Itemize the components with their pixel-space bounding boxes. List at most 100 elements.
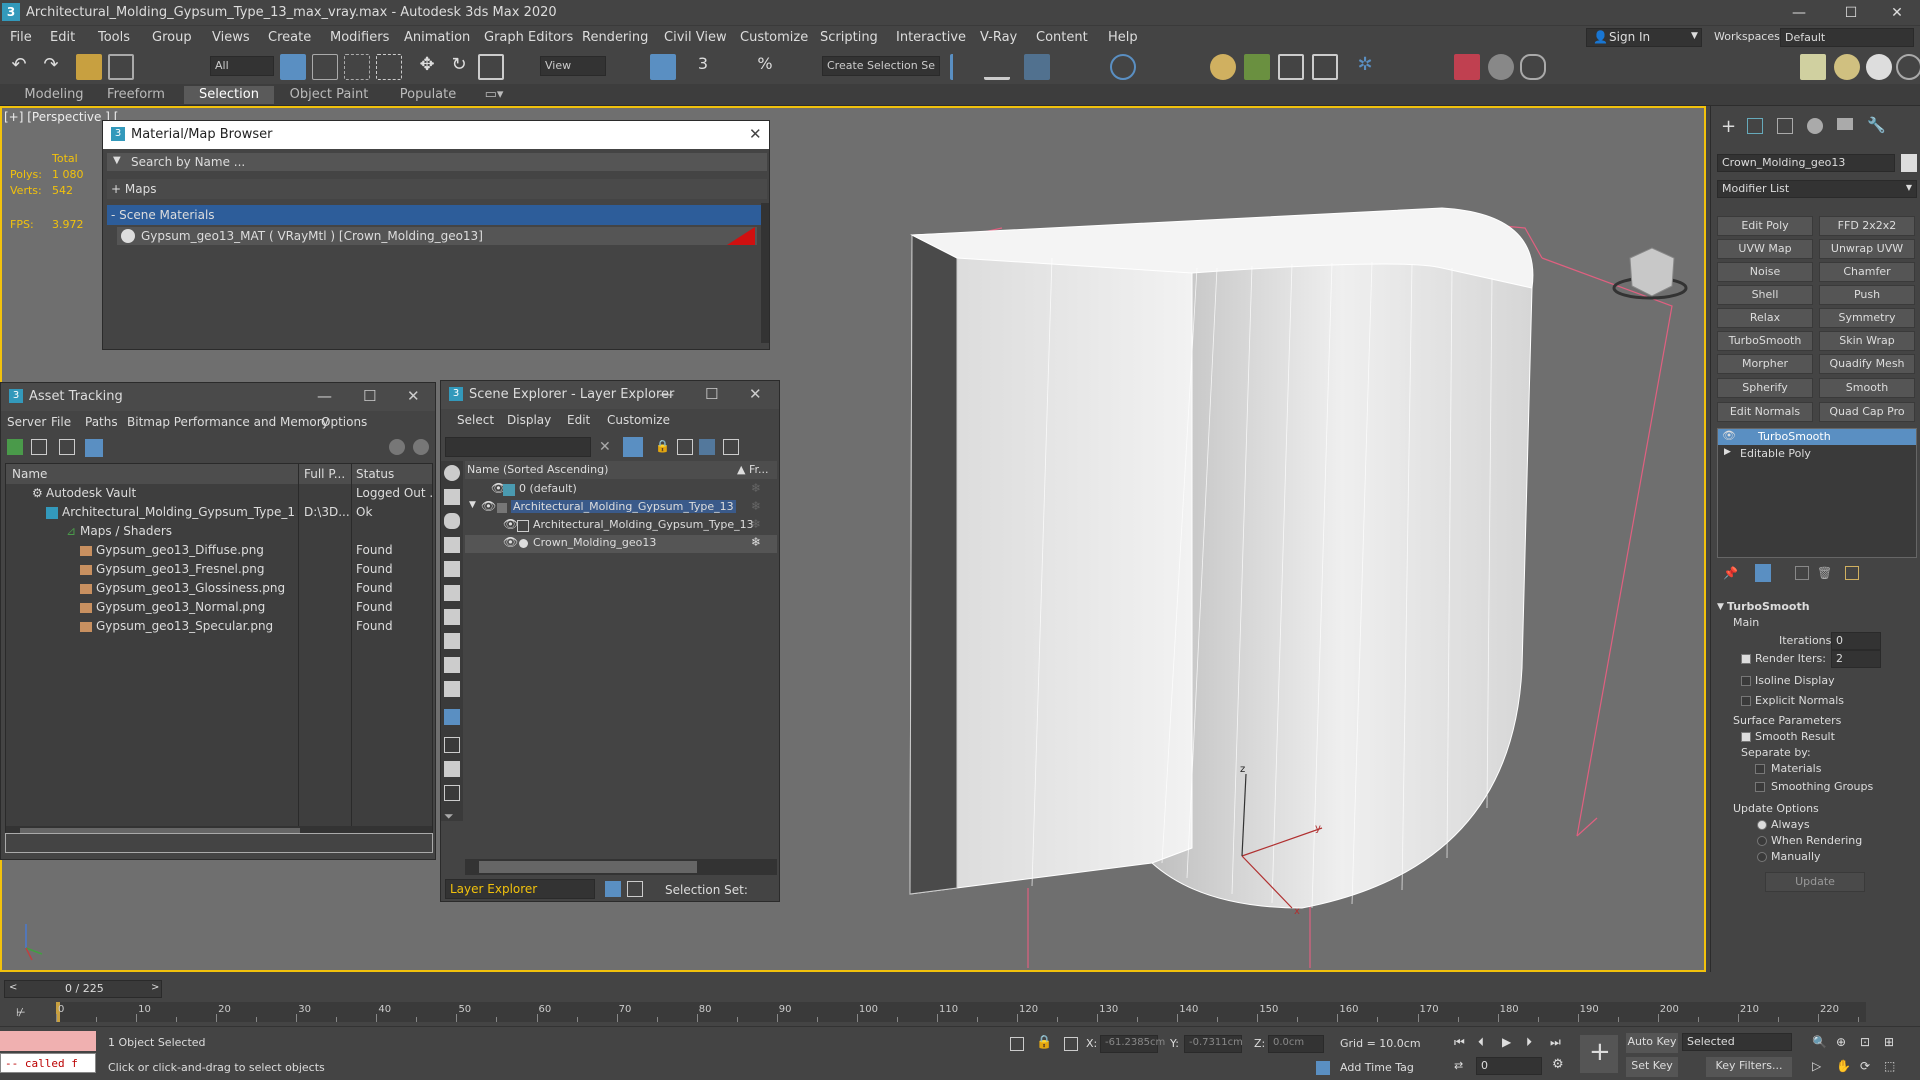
time-tag-icon[interactable] (1316, 1061, 1330, 1075)
material-browser-scrollbar[interactable] (761, 203, 769, 343)
timeline-track[interactable]: 0 10 20 30 40 50 60 70 80 90 100 110 120 130 140 150 160… (56, 1002, 1866, 1022)
freeze-icon[interactable]: ❄ (751, 535, 761, 549)
zoom-extents-all-icon[interactable]: ⊞ (1884, 1035, 1894, 1049)
previous-key-icon[interactable]: ⏴ (1478, 1035, 1484, 1050)
rollout-title[interactable]: TurboSmooth (1727, 600, 1810, 613)
explorer-mode-dropdown[interactable]: Layer Explorer (445, 879, 595, 899)
smooth-button[interactable]: Smooth (1819, 378, 1915, 398)
menu-bitmap-performance[interactable]: Bitmap Performance and Memory (127, 415, 329, 429)
zoom-all-icon[interactable]: ⊕ (1836, 1035, 1846, 1049)
selection-filter-dropdown[interactable]: All (210, 56, 274, 76)
field-of-view-icon[interactable]: ▷ (1812, 1059, 1821, 1073)
key-selection-dropdown[interactable]: Selected (1682, 1033, 1792, 1051)
display-bones-icon[interactable] (444, 681, 460, 697)
next-key-icon[interactable]: ⏵ (1526, 1035, 1532, 1050)
menu-file[interactable]: File (51, 415, 71, 429)
select-and-link-icon[interactable] (76, 54, 102, 80)
freeze-icon[interactable]: ❄ (751, 517, 761, 531)
expand-arrow-icon[interactable]: ▶ (1724, 447, 1731, 457)
explicit-normals-checkbox[interactable] (1741, 696, 1751, 706)
relax-button[interactable]: Relax (1717, 308, 1813, 328)
utilities-tab-icon[interactable]: 🔧 (1867, 116, 1886, 134)
menu-paths[interactable]: Paths (85, 415, 118, 429)
close-icon[interactable]: ✕ (407, 387, 420, 405)
percent-snap-icon[interactable]: % (752, 54, 778, 80)
layer-row-default[interactable]: 👁 0 (default) ❄ (465, 481, 777, 499)
list-view-icon[interactable] (31, 439, 47, 455)
material-item[interactable]: Gypsum_geo13_MAT ( VRayMtl ) [Crown_Mold… (117, 227, 757, 245)
layer-row-molding[interactable]: ▼ 👁 Architectural_Molding_Gypsum_Type_13… (465, 499, 777, 517)
tab-populate[interactable]: Populate (378, 86, 478, 104)
scene-materials-group[interactable]: - Scene Materials (107, 205, 767, 225)
visibility-eye-icon[interactable]: 👁 (503, 535, 518, 549)
show-end-result-icon[interactable] (1755, 564, 1771, 582)
auto-key-button[interactable]: Auto Key (1626, 1033, 1678, 1053)
select-by-name-icon[interactable] (312, 54, 338, 80)
menu-options[interactable]: Options (321, 415, 367, 429)
quad-cap-pro-button[interactable]: Quad Cap Pro (1819, 402, 1915, 422)
display-spacewarps-icon[interactable] (444, 609, 460, 625)
cloud-icon[interactable] (1520, 54, 1546, 80)
render-iters-checkbox[interactable] (1741, 654, 1751, 664)
environment-icon[interactable] (1800, 54, 1826, 80)
filter-icon[interactable] (623, 437, 643, 457)
render-setup-icon[interactable] (1244, 54, 1270, 80)
reference-coordinate-dropdown[interactable]: View (540, 56, 606, 76)
menu-scripting[interactable]: Scripting (820, 30, 878, 45)
menu-graph-editors[interactable]: Graph Editors (484, 30, 573, 45)
menu-civil-view[interactable]: Civil View (664, 30, 727, 45)
modify-tab-icon[interactable] (1747, 118, 1763, 134)
shell-button[interactable]: Shell (1717, 285, 1813, 305)
minimize-icon[interactable]: — (659, 385, 674, 403)
render-frame-icon[interactable] (1278, 54, 1304, 80)
object-color-swatch[interactable] (1901, 154, 1917, 172)
menu-interactive[interactable]: Interactive (896, 30, 966, 45)
menu-display[interactable]: Display (507, 413, 551, 427)
smooth-result-checkbox[interactable] (1741, 732, 1751, 742)
push-button[interactable]: Push (1819, 285, 1915, 305)
menu-server[interactable]: Server (7, 415, 46, 429)
display-lights-icon[interactable] (444, 537, 460, 553)
display-tab-icon[interactable] (1837, 118, 1853, 130)
menu-content[interactable]: Content (1036, 30, 1088, 45)
always-radio[interactable] (1757, 820, 1767, 830)
display-frozen-icon[interactable] (444, 737, 460, 753)
scene-explorer-titlebar[interactable]: 3 Scene Explorer - Layer Explorer (441, 381, 779, 409)
absolute-mode-icon[interactable] (1064, 1037, 1078, 1051)
menu-customize[interactable]: Customize (607, 413, 670, 427)
maximize-icon[interactable]: ☐ (705, 385, 718, 403)
skin-wrap-button[interactable]: Skin Wrap (1819, 331, 1915, 351)
object-row-group[interactable]: 👁 Architectural_Molding_Gypsum_Type_13 ❄ (465, 517, 777, 535)
lock-icon[interactable]: 🔒 (655, 439, 670, 453)
edit-normals-button[interactable]: Edit Normals (1717, 402, 1813, 422)
x-coordinate-field[interactable]: -61.2385cm (1100, 1035, 1165, 1053)
display-geometry-icon[interactable] (444, 489, 460, 505)
workspace-dropdown[interactable]: Default (1780, 28, 1914, 47)
menu-tools[interactable]: Tools (98, 30, 130, 45)
collapse-arrow-icon[interactable]: ▼ (1717, 602, 1724, 612)
spherify-button[interactable]: Spherify (1717, 378, 1813, 398)
time-configuration-icon[interactable]: ⚙ (1552, 1057, 1564, 1072)
column-status[interactable]: Status (356, 467, 394, 481)
zoom-extents-icon[interactable]: ⊡ (1860, 1035, 1870, 1049)
menu-edit[interactable]: Edit (50, 30, 75, 45)
go-to-end-icon[interactable]: ⏭ (1550, 1035, 1561, 1050)
menu-select[interactable]: Select (457, 413, 494, 427)
play-icon[interactable]: ▶ (1502, 1035, 1511, 1049)
layer-explorer-icon[interactable] (1024, 54, 1050, 80)
table-row[interactable]: Gypsum_geo13_Diffuse.png Found (6, 543, 432, 561)
material-browser-titlebar[interactable]: 3 Material/Map Browser (103, 121, 769, 149)
display-all-icon[interactable] (444, 465, 460, 481)
unwrap-uvw-button[interactable]: Unwrap UVW (1819, 239, 1915, 259)
visibility-eye-icon[interactable]: 👁 (481, 499, 496, 513)
iterations-spinner[interactable]: 0 (1831, 632, 1881, 650)
vray-icon[interactable]: ✲ (1352, 54, 1378, 80)
snaps-toggle-icon[interactable] (650, 54, 676, 80)
column-frozen[interactable]: ▲ Fr... (737, 463, 769, 476)
z-coordinate-field[interactable]: 0.0cm (1268, 1035, 1324, 1053)
clear-search-icon[interactable]: ✕ (599, 439, 611, 455)
table-row[interactable]: Architectural_Molding_Gypsum_Type_13_...… (6, 505, 432, 523)
menu-animation[interactable]: Animation (404, 30, 470, 45)
refresh-icon[interactable] (7, 439, 23, 455)
redo-icon[interactable]: ↷ (38, 54, 64, 80)
